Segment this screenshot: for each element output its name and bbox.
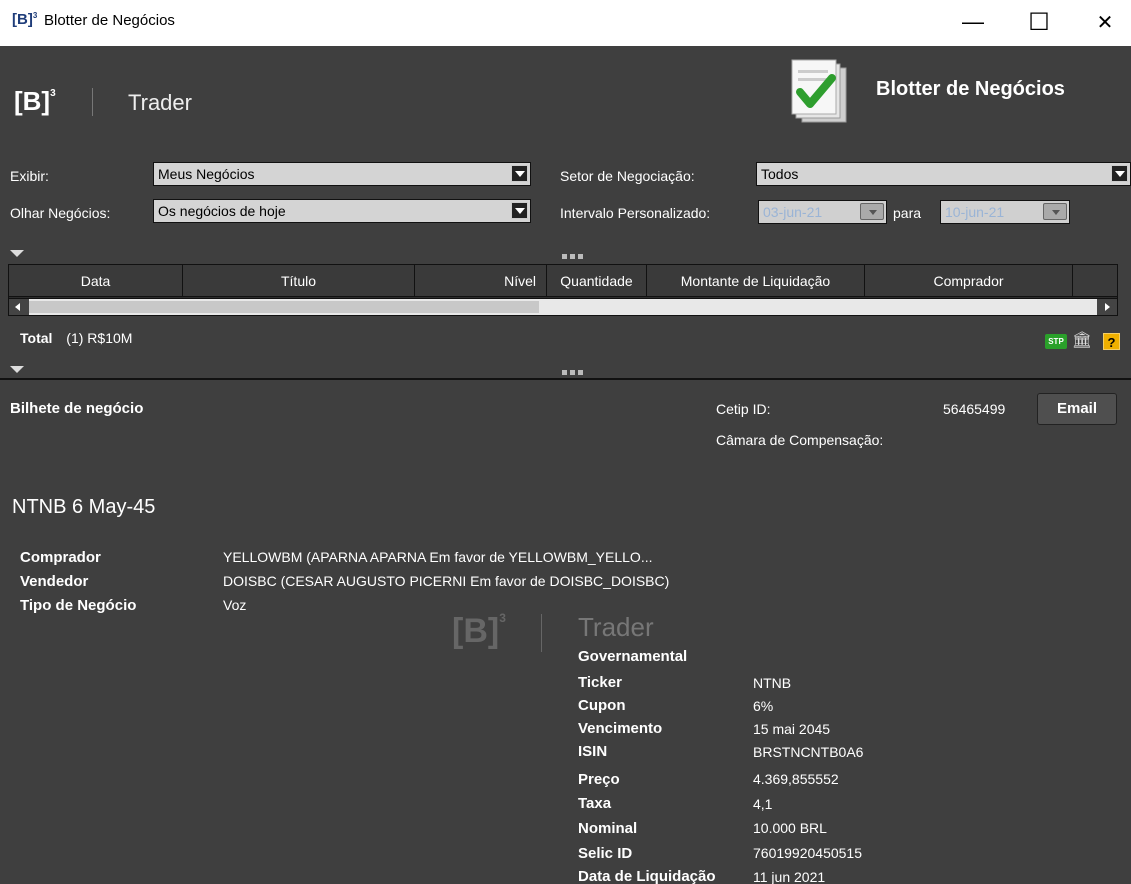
nominal-label: Nominal [578,820,638,837]
date-to-value: 10-jun-21 [945,204,1005,220]
section-governamental: Governamental [578,648,688,665]
blotter-document-icon [791,59,847,123]
exibir-value: Meus Negócios [158,166,255,182]
cupon-label: Cupon [578,697,626,714]
date-from-value: 03-jun-21 [763,204,823,220]
cetip-value: 56465499 [943,401,1006,417]
preco-label: Preço [578,771,620,788]
olhar-select[interactable]: Os negócios de hoje [153,199,531,223]
grid-header: Data Título Nível Quantidade Montante de… [9,265,1117,297]
window-titlebar: [B]3 Blotter de Negócios — ☐ ✕ [0,0,1131,46]
date-to-field[interactable]: 10-jun-21 [940,200,1070,224]
tipo-negocio-label: Tipo de Negócio [20,597,137,614]
vendedor-label: Vendedor [20,573,89,590]
help-icon[interactable]: ? [1103,333,1120,350]
para-label: para [893,205,922,221]
collapse-grid-icon[interactable] [10,366,24,373]
nominal-value: 10.000 BRL [753,820,827,836]
product-name: Trader [128,90,192,115]
olhar-label: Olhar Negócios: [10,205,111,221]
selic-id-label: Selic ID [578,845,633,862]
total-summary: Total (1) R$10M [20,330,132,346]
instrument-name: NTNB 6 May-45 [12,496,156,518]
vencimento-label: Vencimento [578,720,663,737]
comprador-value: YELLOWBM (APARNA APARNA Em favor de YELL… [223,549,653,565]
bank-icon[interactable]: 🏛 [1070,330,1094,350]
app-title: Blotter de Negócios [876,78,1065,100]
stp-icon[interactable]: STP [1045,334,1067,349]
comprador-label: Comprador [20,549,101,566]
minimize-button[interactable]: — [950,4,996,40]
data-liquidacao-label: Data de Liquidação [578,868,716,884]
watermark-divider [541,614,542,652]
cetip-label: Cetip ID: [716,401,771,417]
setor-value: Todos [761,166,799,182]
total-label: Total [20,330,53,346]
splitter-grip-icon[interactable] [562,370,586,375]
setor-select[interactable]: Todos [756,162,1131,186]
calendar-dropdown-icon[interactable] [860,203,884,220]
selic-id-value: 76019920450515 [753,845,863,861]
col-header-quantidade[interactable]: Quantidade [547,265,647,297]
chevron-down-icon [1111,165,1128,182]
taxa-value: 4,1 [753,796,773,812]
close-button[interactable]: ✕ [1082,4,1128,40]
ticket-title: Bilhete de negócio [10,400,144,417]
collapse-filters-icon[interactable] [10,250,24,257]
scroll-right-icon[interactable] [1097,299,1117,315]
exibir-select[interactable]: Meus Negócios [153,162,531,186]
maximize-button[interactable]: ☐ [1016,4,1062,40]
col-header-titulo[interactable]: Título [183,265,415,297]
calendar-dropdown-icon[interactable] [1043,203,1067,220]
chevron-down-icon [511,165,528,182]
col-header-nivel[interactable]: Nível [415,265,547,297]
header-divider [92,88,93,116]
preco-value: 4.369,855552 [753,771,839,787]
isin-label: ISIN [578,743,608,760]
data-liquidacao-value: 11 jun 2021 [753,869,826,884]
ticker-label: Ticker [578,674,622,691]
trades-grid: Data Título Nível Quantidade Montante de… [8,264,1118,316]
olhar-value: Os negócios de hoje [158,203,286,219]
cupon-value: 6% [753,698,774,714]
chevron-down-icon [511,202,528,219]
tipo-negocio-value: Voz [223,597,247,613]
scroll-thumb[interactable] [29,301,539,313]
window-title: Blotter de Negócios [44,12,175,29]
intervalo-label: Intervalo Personalizado: [560,205,711,221]
app-logo-icon: [B]3 [12,11,38,28]
section-divider [0,378,1131,380]
date-from-field[interactable]: 03-jun-21 [758,200,887,224]
setor-label: Setor de Negociação: [560,168,695,184]
splitter-grip-icon[interactable] [562,254,586,259]
watermark-product: Trader [578,612,654,642]
col-header-comprador[interactable]: Comprador [865,265,1073,297]
camara-label: Câmara de Compensação: [716,432,884,448]
col-header-montante[interactable]: Montante de Liquidação [647,265,865,297]
total-value: (1) R$10M [66,330,133,346]
ticker-value: NTNB [753,675,792,691]
vencimento-value: 15 mai 2045 [753,721,831,737]
exibir-label: Exibir: [10,168,49,184]
taxa-label: Taxa [578,795,612,812]
email-button[interactable]: Email [1037,393,1117,425]
b3-watermark-logo: [B]3 [452,610,506,650]
scroll-left-icon[interactable] [9,299,29,315]
b3-logo: [B]3 [14,86,56,116]
isin-value: BRSTNCNTB0A6 [753,744,864,760]
col-header-data[interactable]: Data [9,265,183,297]
app-header: [B]3 Trader Blotter de Negócios [0,46,1131,150]
vendedor-value: DOISBC (CESAR AUGUSTO PICERNI Em favor d… [223,573,670,589]
horizontal-scrollbar[interactable] [9,298,1117,315]
